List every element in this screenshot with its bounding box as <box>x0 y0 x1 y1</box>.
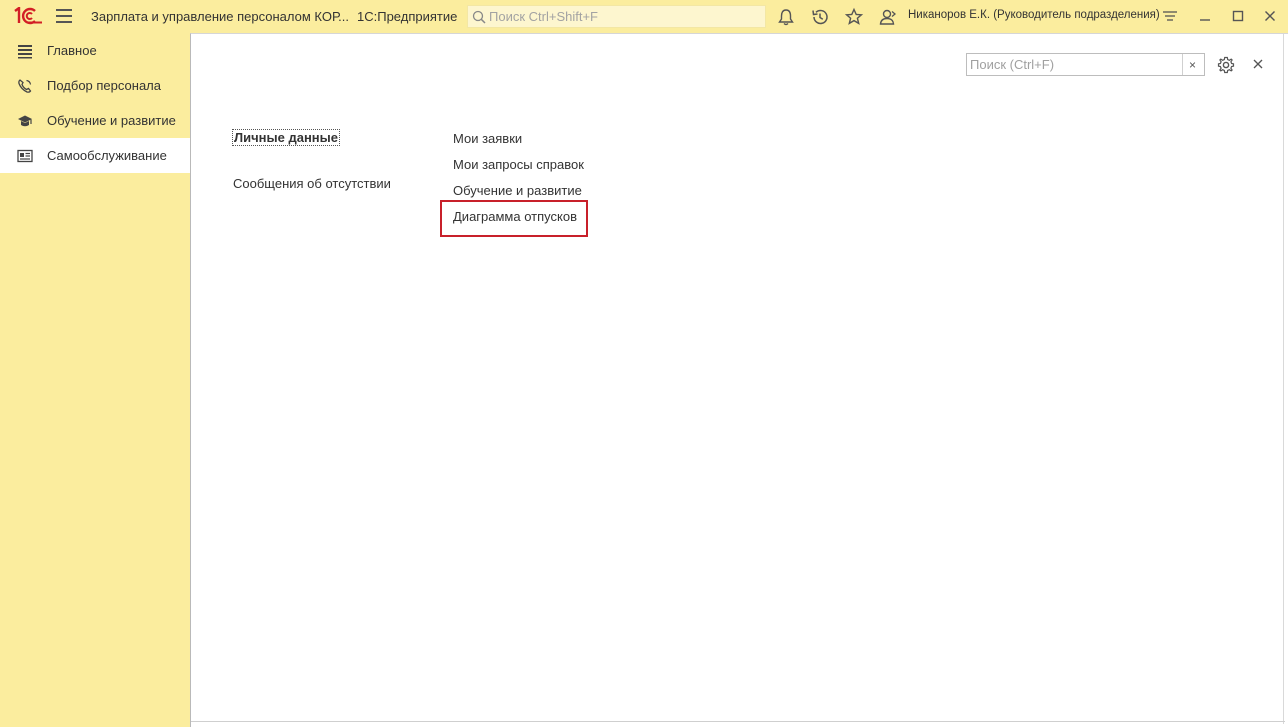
divider <box>1283 34 1284 724</box>
app-title: Зарплата и управление персоналом КОР... <box>91 9 349 24</box>
close-icon[interactable] <box>1262 8 1278 24</box>
clear-search-button[interactable]: × <box>1182 54 1202 75</box>
sidebar-item-training[interactable]: Обучение и развитие <box>0 103 190 138</box>
sidebar-item-main[interactable]: Главное <box>0 33 190 68</box>
form-search-input[interactable] <box>967 54 1182 75</box>
platform-name: 1С:Предприятие <box>357 9 458 24</box>
1c-logo-icon[interactable] <box>13 7 43 25</box>
main-menu-button[interactable] <box>56 9 72 23</box>
sections-panel: Главное Подбор персонала Обучение и разв… <box>0 33 190 727</box>
sidebar-item-label: Самообслуживание <box>47 148 167 163</box>
current-user[interactable]: Никаноров Е.К. (Руководитель подразделен… <box>908 9 1160 21</box>
user-switch-icon[interactable] <box>878 7 898 27</box>
link-my-requests[interactable]: Мои заявки <box>453 131 522 146</box>
link-absence-messages[interactable]: Сообщения об отсутствии <box>233 176 391 191</box>
bell-icon[interactable] <box>776 7 796 27</box>
maximize-icon[interactable] <box>1230 8 1246 24</box>
sidebar-item-label: Главное <box>47 43 97 58</box>
gear-icon[interactable] <box>1217 56 1235 74</box>
hamburger-list-icon <box>18 45 32 59</box>
minimize-icon[interactable] <box>1197 8 1213 24</box>
menu-settings-icon[interactable] <box>1162 8 1178 24</box>
close-icon[interactable] <box>1252 58 1264 70</box>
top-bar: Зарплата и управление персоналом КОР... … <box>0 0 1288 33</box>
history-icon[interactable] <box>810 7 830 27</box>
id-card-icon <box>17 149 33 163</box>
sidebar-item-label: Подбор персонала <box>47 78 161 93</box>
divider <box>191 721 1285 722</box>
link-training-development[interactable]: Обучение и развитие <box>453 183 582 198</box>
link-personal-data[interactable]: Личные данные <box>232 129 340 146</box>
sidebar-item-recruitment[interactable]: Подбор персонала <box>0 68 190 103</box>
graduation-cap-icon <box>18 115 32 127</box>
global-search-input[interactable] <box>489 9 749 24</box>
search-icon <box>472 10 486 24</box>
star-icon[interactable] <box>844 7 864 27</box>
phone-icon <box>18 79 32 93</box>
link-my-certificate-requests[interactable]: Мои запросы справок <box>453 157 584 172</box>
section-content: × Личные данные Сообщения об отсутствии … <box>190 33 1288 727</box>
sidebar-item-label: Обучение и развитие <box>47 113 176 128</box>
global-search[interactable] <box>467 5 766 28</box>
highlight-annotation <box>440 200 588 237</box>
sidebar-item-self-service[interactable]: Самообслуживание <box>0 138 190 173</box>
form-search[interactable]: × <box>966 53 1205 76</box>
